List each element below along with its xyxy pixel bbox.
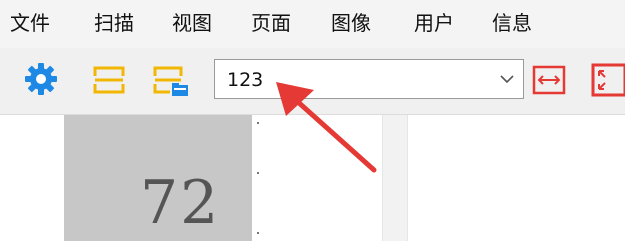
combo-value: 123 (227, 69, 264, 91)
ruler-marks (255, 120, 261, 240)
split-pages-folder-icon[interactable] (152, 64, 192, 103)
split-pages-icon[interactable] (92, 64, 126, 101)
menu-user[interactable]: 用户 (414, 10, 454, 36)
chevron-down-icon[interactable] (499, 72, 515, 91)
menu-scan[interactable]: 扫描 (94, 10, 134, 36)
annotation-arrow-icon (270, 78, 380, 183)
menu-view[interactable]: 视图 (172, 10, 212, 36)
gear-icon[interactable] (24, 62, 58, 101)
menu-bar: 文件 扫描 视图 页面 图像 用户 信息 (0, 0, 625, 48)
page-number-label: 72 (140, 168, 221, 238)
fit-page-icon[interactable] (590, 62, 625, 103)
pane-splitter[interactable] (382, 115, 408, 241)
left-pane (0, 115, 64, 241)
menu-page[interactable]: 页面 (251, 10, 291, 36)
menu-file[interactable]: 文件 (10, 10, 50, 36)
fit-width-icon[interactable] (532, 64, 566, 101)
menu-image[interactable]: 图像 (331, 10, 371, 36)
menu-info[interactable]: 信息 (492, 10, 532, 36)
